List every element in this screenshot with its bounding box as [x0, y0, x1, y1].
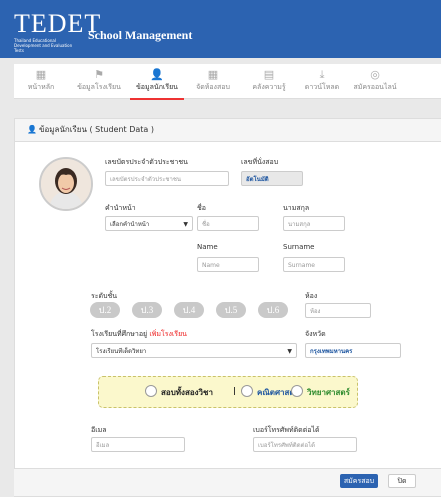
grade-label: ระดับชั้น	[91, 292, 118, 300]
school-select-value: โรงเรียนทีเด็ดวิทยา	[96, 348, 147, 355]
nav-download[interactable]: ⤓ ดาวน์โหลด	[298, 64, 346, 98]
card-header: 👤 ข้อมูลนักเรียน ( Student Data )	[15, 119, 441, 142]
main-nav: ▦ หน้าหลัก ⚑ ข้อมูลโรงเรียน 👤 ข้อมูลนักเ…	[14, 64, 441, 100]
prefix-select[interactable]: เลือกคำนำหน้า ▼	[105, 216, 193, 231]
grade-p3[interactable]: ป.3	[132, 302, 162, 318]
subject-choice-box: สอบทั้งสองวิชา | คณิตศาสตร์ วิทยาศาสตร์	[98, 376, 358, 408]
grid-9-icon: ▦	[207, 68, 219, 81]
exam-no-field: อัตโนมัติ	[241, 171, 303, 186]
school-select[interactable]: โรงเรียนทีเด็ดวิทยา ▼	[91, 343, 297, 358]
globe-icon: ◎	[370, 68, 380, 81]
exam-no-label: เลขที่นั่งสอบ	[241, 158, 279, 166]
nav-school-info[interactable]: ⚑ ข้อมูลโรงเรียน	[68, 64, 130, 98]
book-icon: ▤	[263, 68, 275, 81]
radio-both[interactable]	[145, 385, 157, 397]
app-title: School Management	[88, 28, 193, 42]
submit-button[interactable]: สมัครสอบ	[340, 474, 378, 488]
school-label: โรงเรียนที่ศึกษาอยู่	[91, 330, 148, 338]
province-label: จังหวัด	[305, 330, 326, 338]
province-input[interactable]: กรุงเทพมหานคร	[305, 343, 401, 358]
name-th-label: ชื่อ	[197, 204, 206, 212]
grade-p6[interactable]: ป.6	[258, 302, 288, 318]
surname-th-input[interactable]: นามสกุล	[283, 216, 345, 231]
radio-science[interactable]	[291, 385, 303, 397]
surname-en-input[interactable]: Surname	[283, 257, 345, 272]
logo-subtitle-2: Development and Evaluation Tests	[14, 43, 73, 53]
phone-label: เบอร์โทรศัพท์ติดต่อได้	[253, 426, 320, 434]
add-school-link[interactable]: เพิ่มโรงเรียน	[149, 330, 187, 338]
chevron-down-icon: ▼	[183, 221, 188, 228]
nav-knowledge[interactable]: ▤ คลังความรู้	[242, 64, 296, 98]
name-th-input[interactable]: ชื่อ	[197, 216, 259, 231]
nav-student-info-label: ข้อมูลนักเรียน	[136, 83, 178, 91]
subject-separator: |	[233, 386, 236, 395]
subject-science-label: วิทยาศาสตร์	[307, 388, 350, 397]
flag-icon: ⚑	[94, 68, 104, 81]
email-label: อีเมล	[91, 426, 107, 434]
grade-p2[interactable]: ป.2	[90, 302, 120, 318]
surname-th-label: นามสกุล	[283, 204, 310, 212]
nav-home[interactable]: ▦ หน้าหลัก	[14, 64, 68, 98]
user-icon: 👤	[27, 125, 37, 134]
id-label: เลขบัตรประจำตัวประชาชน	[105, 158, 188, 166]
nav-knowledge-label: คลังความรู้	[252, 83, 286, 91]
nav-home-label: หน้าหลัก	[27, 83, 55, 91]
name-en-input[interactable]: Name	[197, 257, 259, 272]
subject-both-label: สอบทั้งสองวิชา	[161, 388, 213, 397]
top-header: TEDET Thailand Educational Development a…	[0, 0, 441, 58]
phone-input[interactable]: เบอร์โทรศัพท์ติดต่อได้	[253, 437, 357, 452]
grid-icon: ▦	[35, 68, 47, 81]
grade-p4[interactable]: ป.4	[174, 302, 204, 318]
student-avatar[interactable]	[39, 157, 93, 211]
school-label-row: โรงเรียนที่ศึกษาอยู่ เพิ่มโรงเรียน	[91, 329, 187, 340]
logo-text: TEDET	[14, 9, 102, 38]
grade-p5[interactable]: ป.5	[216, 302, 246, 318]
surname-en-label: Surname	[283, 243, 315, 251]
nav-exam-room-label: จัดห้องสอบ	[196, 83, 230, 91]
card-title: ข้อมูลนักเรียน ( Student Data )	[39, 125, 154, 134]
download-icon: ⤓	[319, 68, 325, 81]
nav-student-info[interactable]: 👤 ข้อมูลนักเรียน	[130, 64, 184, 100]
nav-school-info-label: ข้อมูลโรงเรียน	[77, 83, 121, 91]
id-number-input[interactable]: เลขบัตรประจำตัวประชาชน	[105, 171, 229, 186]
nav-register-online-label: สมัครออนไลน์	[353, 83, 397, 91]
user-icon: 👤	[150, 68, 164, 81]
close-button[interactable]: ปิด	[388, 474, 416, 488]
name-en-label: Name	[197, 243, 218, 251]
tedet-logo[interactable]: TEDET Thailand Educational Development a…	[14, 9, 102, 54]
email-input[interactable]: อีเมล	[91, 437, 185, 452]
nav-exam-room[interactable]: ▦ จัดห้องสอบ	[186, 64, 240, 98]
prefix-select-value: เลือกคำนำหน้า	[110, 221, 150, 228]
radio-math[interactable]	[241, 385, 253, 397]
room-input[interactable]: ห้อง	[305, 303, 371, 318]
chevron-down-icon: ▼	[287, 348, 292, 355]
room-label: ห้อง	[305, 292, 318, 300]
nav-download-label: ดาวน์โหลด	[304, 83, 340, 91]
prefix-label: คำนำหน้า	[105, 204, 136, 212]
nav-register-online[interactable]: ◎ สมัครออนไลน์	[346, 64, 404, 98]
